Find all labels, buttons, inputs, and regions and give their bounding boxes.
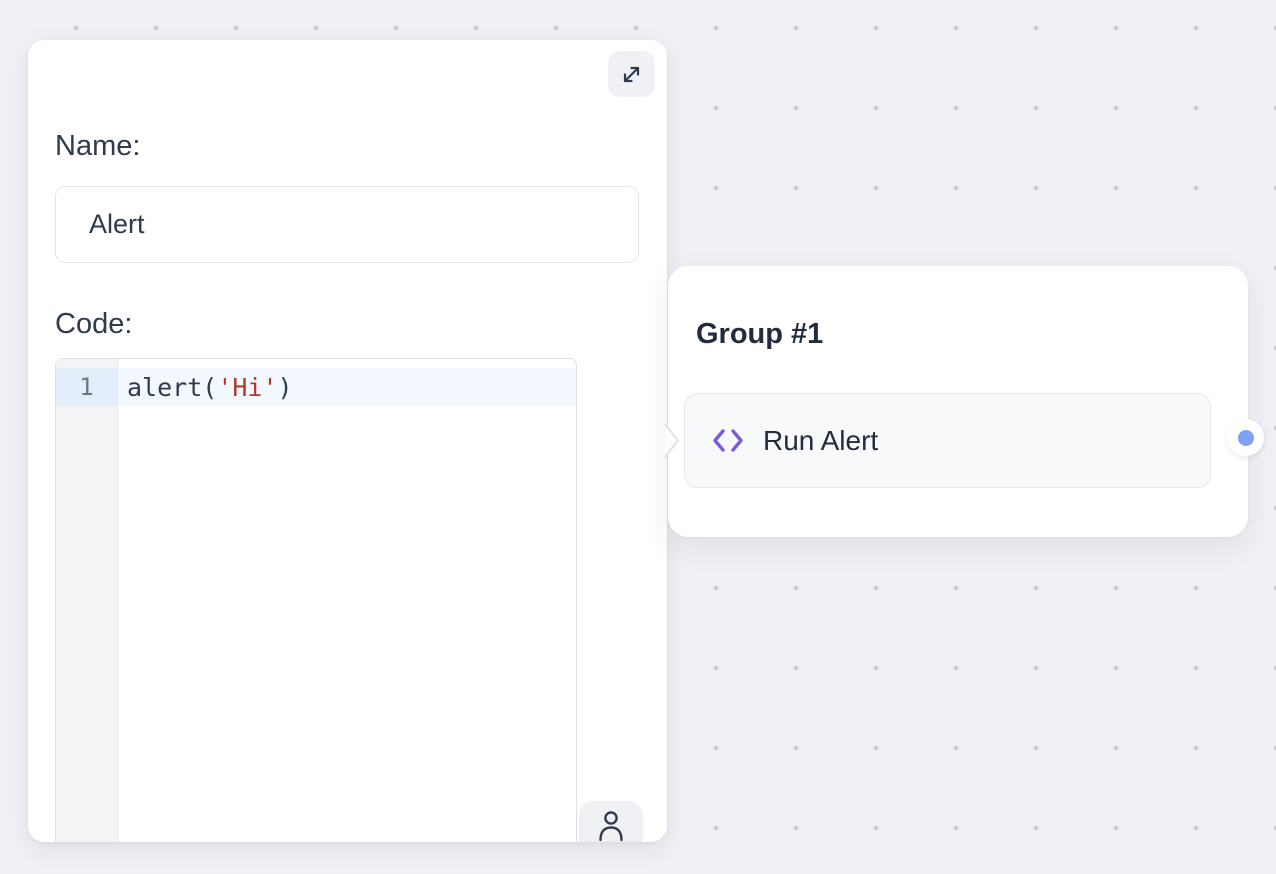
code-label: Code: xyxy=(55,304,132,344)
line-number: 1 xyxy=(56,368,117,406)
group-title: Group #1 xyxy=(696,314,823,354)
node-run-alert[interactable]: Run Alert xyxy=(684,393,1211,488)
expand-button[interactable] xyxy=(608,51,655,97)
code-token-string: 'Hi' xyxy=(217,373,277,402)
code-line[interactable]: alert('Hi') xyxy=(118,368,576,406)
ring-handle-icon xyxy=(1238,430,1254,446)
code-editor[interactable]: 1 alert('Hi') xyxy=(55,358,577,842)
code-editor-content[interactable]: alert('Hi') xyxy=(118,359,576,842)
node-editor-panel: Name: Code: 1 alert('Hi') xyxy=(28,40,667,842)
node-label: Run Alert xyxy=(763,425,878,457)
group-card[interactable]: Group #1 Run Alert xyxy=(668,266,1248,537)
expand-icon xyxy=(620,63,643,86)
code-token: alert( xyxy=(127,373,217,402)
name-label: Name: xyxy=(55,126,140,166)
output-connector-handle[interactable] xyxy=(1227,419,1264,456)
code-brackets-icon xyxy=(711,427,745,454)
code-token: ) xyxy=(278,373,293,402)
name-input[interactable] xyxy=(55,186,639,263)
user-button[interactable] xyxy=(579,801,643,842)
flow-canvas[interactable]: Name: Code: 1 alert('Hi') Group #1 xyxy=(0,0,1276,874)
code-editor-gutter: 1 xyxy=(56,359,118,842)
person-icon xyxy=(598,810,624,842)
input-connector-icon xyxy=(664,422,681,459)
